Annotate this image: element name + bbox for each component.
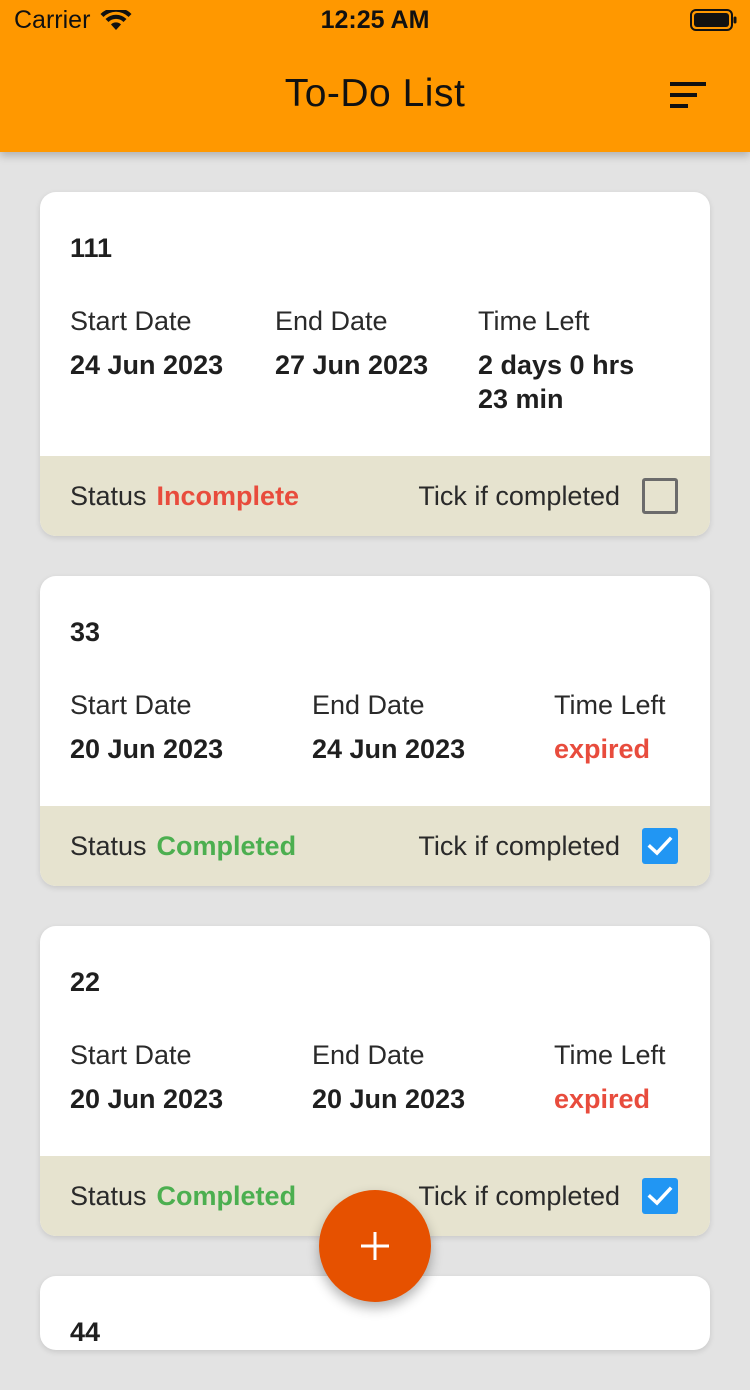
task-card[interactable]: 33 Start Date 20 Jun 2023 End Date 24 Ju… <box>40 576 710 886</box>
task-dates: Start Date 24 Jun 2023 End Date 27 Jun 2… <box>70 304 680 456</box>
start-date-block: Start Date 24 Jun 2023 <box>70 304 275 416</box>
status-badge: Completed <box>156 1180 297 1211</box>
end-date-value: 20 Jun 2023 <box>312 1084 466 1114</box>
app-bar: Carrier 12:25 AM To-Do List <box>0 0 750 152</box>
time-left-line-1: 2 days 0 hrs <box>478 350 635 380</box>
time-left-value: expired <box>554 734 651 764</box>
status-label: Status <box>70 1180 147 1211</box>
sort-lines-icon[interactable] <box>670 78 714 114</box>
end-date-block: End Date 20 Jun 2023 <box>312 1038 554 1116</box>
time-left-block: Time Left expired <box>554 688 666 766</box>
task-card[interactable]: 111 Start Date 24 Jun 2023 End Date 27 J… <box>40 192 710 536</box>
status-label: Status <box>70 830 147 861</box>
check-icon <box>647 836 673 856</box>
task-title: 22 <box>70 967 101 997</box>
completed-checkbox[interactable] <box>642 828 678 864</box>
tick-label: Tick if completed <box>418 480 620 511</box>
task-card-body: 33 Start Date 20 Jun 2023 End Date 24 Ju… <box>40 576 710 806</box>
tick-group: Tick if completed <box>418 1178 678 1214</box>
end-date-block: End Date 24 Jun 2023 <box>312 688 554 766</box>
time-left-value: 2 days 0 hrs 23 min <box>478 348 634 416</box>
time-left-label: Time Left <box>478 306 590 336</box>
task-card-body: 111 Start Date 24 Jun 2023 End Date 27 J… <box>40 192 710 456</box>
start-date-block: Start Date 20 Jun 2023 <box>70 1038 312 1116</box>
task-title: 33 <box>70 617 101 647</box>
end-date-value: 27 Jun 2023 <box>275 350 429 380</box>
time-left-value: expired <box>554 1084 651 1114</box>
status-badge: Completed <box>156 830 297 861</box>
status-badge: Incomplete <box>156 480 300 511</box>
task-title: 44 <box>70 1317 101 1347</box>
start-date-label: Start Date <box>70 306 192 336</box>
start-date-value: 24 Jun 2023 <box>70 350 224 380</box>
task-card-footer: Status Incomplete Tick if completed <box>40 456 710 536</box>
start-date-value: 20 Jun 2023 <box>70 1084 224 1114</box>
end-date-label: End Date <box>312 1040 425 1070</box>
status-label: Status <box>70 480 147 511</box>
task-title: 111 <box>70 233 113 263</box>
page-title: To-Do List <box>284 72 466 115</box>
plus-icon <box>361 1232 389 1260</box>
tick-group: Tick if completed <box>418 478 678 514</box>
task-dates: Start Date 20 Jun 2023 End Date 20 Jun 2… <box>70 1038 680 1156</box>
check-icon <box>647 1186 673 1206</box>
status-group: Status Incomplete <box>70 481 299 512</box>
end-date-label: End Date <box>312 690 425 720</box>
completed-checkbox[interactable] <box>642 478 678 514</box>
add-task-button[interactable] <box>319 1190 431 1302</box>
task-card-footer: Status Completed Tick if completed <box>40 806 710 886</box>
tick-group: Tick if completed <box>418 828 678 864</box>
start-date-label: Start Date <box>70 1040 192 1070</box>
start-date-block: Start Date 20 Jun 2023 <box>70 688 312 766</box>
time-left-block: Time Left 2 days 0 hrs 23 min <box>478 304 634 416</box>
completed-checkbox[interactable] <box>642 1178 678 1214</box>
start-date-label: Start Date <box>70 690 192 720</box>
start-date-value: 20 Jun 2023 <box>70 734 224 764</box>
task-card-body: 22 Start Date 20 Jun 2023 End Date 20 Ju… <box>40 926 710 1156</box>
end-date-label: End Date <box>275 306 388 336</box>
battery-icon <box>690 9 737 31</box>
status-bar: Carrier 12:25 AM <box>0 0 750 40</box>
status-time: 12:25 AM <box>320 6 430 34</box>
status-group: Status Completed <box>70 1181 296 1212</box>
task-dates: Start Date 20 Jun 2023 End Date 24 Jun 2… <box>70 688 680 806</box>
tick-label: Tick if completed <box>418 1180 620 1211</box>
end-date-block: End Date 27 Jun 2023 <box>275 304 478 416</box>
tick-label: Tick if completed <box>418 830 620 861</box>
time-left-label: Time Left <box>554 1040 666 1070</box>
time-left-line-2: 23 min <box>478 384 564 414</box>
status-group: Status Completed <box>70 831 296 862</box>
time-left-block: Time Left expired <box>554 1038 666 1116</box>
time-left-label: Time Left <box>554 690 666 720</box>
end-date-value: 24 Jun 2023 <box>312 734 466 764</box>
